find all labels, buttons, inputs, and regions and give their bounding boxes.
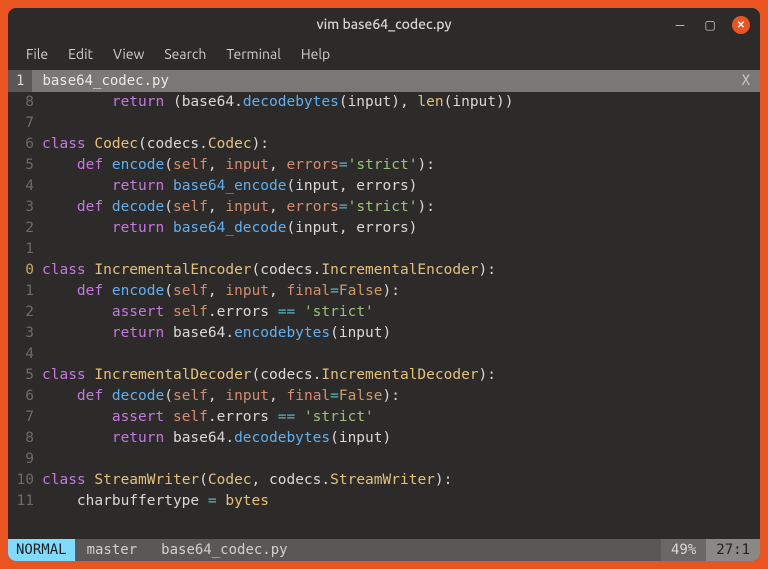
code-line: 3 def decode(self, input, errors='strict… <box>8 197 760 218</box>
menu-file[interactable]: File <box>18 44 56 64</box>
tab-close-button[interactable]: X <box>732 70 760 92</box>
line-number: 5 <box>8 365 42 386</box>
line-number: 5 <box>8 155 42 176</box>
status-position: 27:1 <box>706 539 760 561</box>
line-number: 8 <box>8 92 42 113</box>
line-number: 6 <box>8 134 42 155</box>
code-line: 3 return base64.encodebytes(input) <box>8 323 760 344</box>
code-line: 5class IncrementalDecoder(codecs.Increme… <box>8 365 760 386</box>
code-content: class StreamWriter(Codec, codecs.StreamW… <box>42 470 452 491</box>
code-line: 7 <box>8 113 760 134</box>
line-number: 0 <box>8 260 42 281</box>
code-line: 7 assert self.errors == 'strict' <box>8 407 760 428</box>
code-content: def decode(self, input, errors='strict')… <box>42 197 435 218</box>
line-number: 1 <box>8 281 42 302</box>
code-content: def decode(self, input, final=False): <box>42 386 400 407</box>
code-content: return (base64.decodebytes(input), len(i… <box>42 92 513 113</box>
code-line: 2 assert self.errors == 'strict' <box>8 302 760 323</box>
code-line: 6class Codec(codecs.Codec): <box>8 134 760 155</box>
code-content: def encode(self, input, final=False): <box>42 281 400 302</box>
menu-terminal[interactable]: Terminal <box>218 44 289 64</box>
line-number: 7 <box>8 407 42 428</box>
close-button[interactable] <box>732 16 750 34</box>
code-line: 10class StreamWriter(Codec, codecs.Strea… <box>8 470 760 491</box>
menu-edit[interactable]: Edit <box>60 44 101 64</box>
line-number: 7 <box>8 113 42 134</box>
line-number: 6 <box>8 386 42 407</box>
line-number: 10 <box>8 470 42 491</box>
tab-filename[interactable]: base64_codec.py <box>32 70 731 92</box>
code-line: 1 def encode(self, input, final=False): <box>8 281 760 302</box>
line-number: 4 <box>8 344 42 365</box>
window-title: vim base64_codec.py <box>316 16 451 32</box>
menu-search[interactable]: Search <box>156 44 214 64</box>
code-line: 8 return (base64.decodebytes(input), len… <box>8 92 760 113</box>
window-controls <box>672 16 750 34</box>
line-number: 9 <box>8 449 42 470</box>
code-content: def encode(self, input, errors='strict')… <box>42 155 435 176</box>
editor-area[interactable]: 8 return (base64.decodebytes(input), len… <box>8 92 760 539</box>
statusbar: NORMAL master base64_codec.py 49% 27:1 <box>8 539 760 561</box>
code-line: 6 def decode(self, input, final=False): <box>8 386 760 407</box>
tab-index[interactable]: 1 <box>8 70 32 92</box>
line-number: 1 <box>8 239 42 260</box>
line-number: 8 <box>8 428 42 449</box>
line-number: 3 <box>8 197 42 218</box>
vim-tabbar: 1 base64_codec.py X <box>8 70 760 92</box>
status-mode: NORMAL <box>8 539 75 561</box>
line-number: 11 <box>8 491 42 512</box>
line-number: 3 <box>8 323 42 344</box>
minimize-button[interactable] <box>672 17 688 33</box>
code-content: assert self.errors == 'strict' <box>42 302 374 323</box>
status-percent: 49% <box>661 539 706 561</box>
code-content: assert self.errors == 'strict' <box>42 407 374 428</box>
code-content: return base64.decodebytes(input) <box>42 428 391 449</box>
menubar: FileEditViewSearchTerminalHelp <box>8 40 760 70</box>
code-content: class Codec(codecs.Codec): <box>42 134 269 155</box>
code-content: class IncrementalEncoder(codecs.Incremen… <box>42 260 496 281</box>
status-spacer <box>300 539 661 561</box>
line-number: 2 <box>8 302 42 323</box>
code-line: 4 return base64_encode(input, errors) <box>8 176 760 197</box>
code-content: return base64.encodebytes(input) <box>42 323 391 344</box>
code-line: 5 def encode(self, input, errors='strict… <box>8 155 760 176</box>
code-line: 11 charbuffertype = bytes <box>8 491 760 512</box>
code-content: return base64_encode(input, errors) <box>42 176 417 197</box>
line-number: 4 <box>8 176 42 197</box>
status-branch: master <box>75 539 150 561</box>
code-content: charbuffertype = bytes <box>42 491 269 512</box>
menu-view[interactable]: View <box>105 44 152 64</box>
titlebar: vim base64_codec.py <box>8 8 760 40</box>
code-line: 8 return base64.decodebytes(input) <box>8 428 760 449</box>
code-line: 2 return base64_decode(input, errors) <box>8 218 760 239</box>
code-line: 4 <box>8 344 760 365</box>
status-filename: base64_codec.py <box>149 539 299 561</box>
line-number: 2 <box>8 218 42 239</box>
code-line: 9 <box>8 449 760 470</box>
maximize-button[interactable] <box>702 17 718 33</box>
code-content: return base64_decode(input, errors) <box>42 218 417 239</box>
code-content: class IncrementalDecoder(codecs.Incremen… <box>42 365 496 386</box>
terminal-window: vim base64_codec.py FileEditViewSearchTe… <box>8 8 760 561</box>
code-line: 1 <box>8 239 760 260</box>
menu-help[interactable]: Help <box>293 44 338 64</box>
code-line: 0class IncrementalEncoder(codecs.Increme… <box>8 260 760 281</box>
